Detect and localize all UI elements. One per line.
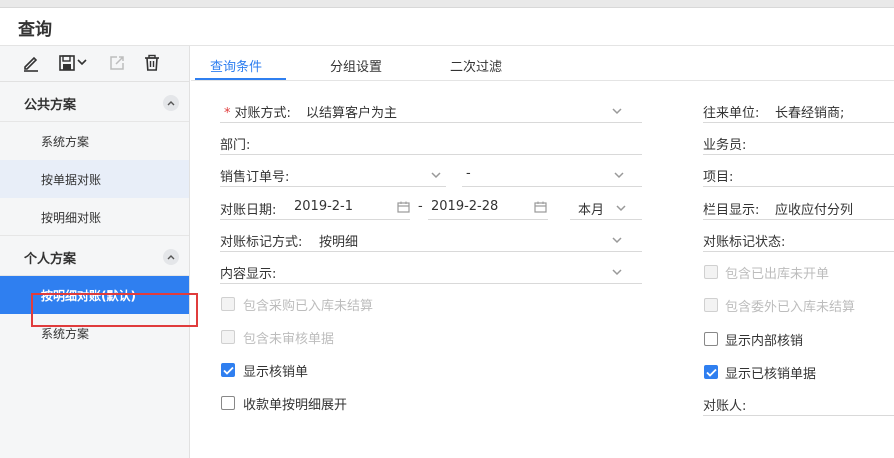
chevron-down-icon: [612, 269, 622, 276]
chevron-down-icon: [614, 172, 624, 179]
salesperson-label: 业务员:: [703, 138, 747, 153]
sidebar-item-label: 按明细对账: [41, 211, 102, 225]
recon-mark-mode-select[interactable]: 对账标记方式: 按明细: [220, 228, 642, 252]
show-writeoff-label: 显示核销单: [243, 365, 309, 380]
include-unapproved-label: 包含未审核单据: [243, 332, 335, 347]
dialog-title: 查询: [18, 20, 52, 40]
recon-date-end-field[interactable]: 2019-2-28: [428, 196, 548, 220]
project-label: 项目:: [703, 170, 734, 185]
public-schemes-header[interactable]: 公共方案: [0, 82, 189, 122]
scheme-toolbar: [0, 46, 189, 82]
window-top-strip: [0, 0, 894, 8]
calendar-icon[interactable]: [534, 201, 547, 213]
content-display-label: 内容显示:: [220, 267, 277, 282]
receipt-expand-detail-checkbox[interactable]: [221, 396, 235, 410]
recon-date-start-field[interactable]: 对账日期: 2019-2-1: [220, 196, 410, 220]
sidebar-item-by-detail[interactable]: 按明细对账: [0, 198, 189, 236]
sidebar-item-label: 系统方案: [41, 135, 90, 149]
chevron-down-icon: [612, 108, 622, 115]
sales-order-from-select[interactable]: 销售订单号:: [220, 163, 446, 187]
query-tabs: 查询条件 分组设置 二次过滤: [191, 46, 894, 81]
counterparty-value: 长春经销商;: [775, 106, 845, 121]
column-display-label: 栏目显示:: [703, 203, 760, 218]
export-icon[interactable]: [108, 54, 128, 74]
calendar-icon[interactable]: [397, 201, 410, 213]
delete-icon[interactable]: [143, 54, 163, 74]
recon-mark-mode-label: 对账标记方式:: [220, 235, 303, 250]
column-display-select[interactable]: 栏目显示: 应收应付分列: [703, 196, 894, 220]
tab-group-settings[interactable]: 分组设置: [330, 56, 382, 75]
include-outsourced-unsettled-label: 包含委外已入库未结算: [725, 300, 856, 315]
tab-query-conditions[interactable]: 查询条件: [210, 56, 262, 75]
recon-period-select[interactable]: 本月: [570, 196, 642, 220]
dropdown-chevron-icon[interactable]: [77, 58, 87, 78]
recon-mark-mode-value: 按明细: [319, 235, 359, 250]
include-purchase-unsettled-checkbox[interactable]: [221, 297, 235, 311]
checkmark-icon: [706, 368, 717, 377]
reconciler-field[interactable]: 对账人:: [703, 392, 894, 416]
scheme-sidebar: 公共方案 系统方案 按单据对账 按明细对账 个人方案 按明细对账(默认) 系统方…: [0, 46, 190, 458]
recon-mode-value: 以结算客户为主: [306, 106, 398, 121]
sidebar-item-system-scheme[interactable]: 系统方案: [0, 122, 189, 160]
recon-date-label: 对账日期:: [220, 203, 277, 218]
content-display-select[interactable]: 内容显示:: [220, 260, 642, 284]
personal-schemes-header[interactable]: 个人方案: [0, 236, 189, 276]
recon-mode-select[interactable]: * 对账方式: 以结算客户为主: [220, 99, 642, 123]
recon-period-value: 本月: [578, 203, 605, 218]
save-icon[interactable]: [58, 54, 78, 74]
show-writeoff-checkbox[interactable]: [221, 363, 235, 377]
include-outbound-uninvoiced-checkbox[interactable]: [704, 265, 718, 279]
salesperson-field[interactable]: 业务员:: [703, 131, 894, 155]
tab-secondary-filter[interactable]: 二次过滤: [450, 56, 502, 75]
department-label: 部门:: [220, 138, 251, 153]
show-written-off-docs-label: 显示已核销单据: [725, 367, 817, 382]
recon-mode-label: 对账方式:: [234, 106, 291, 121]
include-unapproved-checkbox[interactable]: [221, 330, 235, 344]
reconciler-label: 对账人:: [703, 399, 747, 414]
department-field[interactable]: 部门:: [220, 131, 642, 155]
sidebar-item-personal-system-scheme[interactable]: 系统方案: [0, 314, 189, 352]
collapse-chevron-up-icon[interactable]: [163, 249, 179, 265]
active-tab-indicator: [195, 78, 286, 80]
recon-date-end: 2019-2-28: [431, 199, 499, 214]
chevron-down-icon: [431, 172, 441, 179]
sales-order-label: 销售订单号:: [220, 170, 290, 185]
sidebar-item-label: 系统方案: [41, 327, 90, 341]
include-outbound-uninvoiced-label: 包含已出库未开单: [725, 267, 830, 282]
recon-date-separator: -: [418, 199, 423, 214]
show-internal-writeoff-checkbox[interactable]: [704, 332, 718, 346]
sidebar-item-by-detail-default[interactable]: 按明细对账(默认): [0, 276, 189, 314]
chevron-down-icon: [616, 205, 626, 212]
collapse-chevron-up-icon[interactable]: [163, 95, 179, 111]
personal-schemes-title: 个人方案: [24, 252, 77, 267]
sidebar-item-by-document[interactable]: 按单据对账: [0, 160, 189, 198]
counterparty-field[interactable]: 往来单位: 长春经销商;: [703, 99, 894, 123]
required-asterisk: *: [224, 106, 231, 121]
dialog-titlebar: 查询: [0, 8, 894, 46]
public-schemes-title: 公共方案: [24, 98, 77, 113]
include-outsourced-unsettled-checkbox[interactable]: [704, 298, 718, 312]
chevron-down-icon: [612, 237, 622, 244]
receipt-expand-detail-label: 收款单按明细展开: [243, 398, 348, 413]
recon-mark-status-label: 对账标记状态:: [703, 235, 786, 250]
include-purchase-unsettled-label: 包含采购已入库未结算: [243, 299, 374, 314]
column-display-value: 应收应付分列: [775, 203, 854, 218]
counterparty-label: 往来单位:: [703, 106, 760, 121]
checkmark-icon: [223, 366, 234, 375]
edit-icon[interactable]: [22, 54, 42, 74]
sales-order-to-select[interactable]: [462, 163, 642, 187]
recon-mark-status-select[interactable]: 对账标记状态:: [703, 228, 894, 252]
show-written-off-docs-checkbox[interactable]: [704, 365, 718, 379]
sidebar-item-label: 按单据对账: [41, 173, 102, 187]
recon-date-start: 2019-2-1: [294, 199, 354, 214]
show-internal-writeoff-label: 显示内部核销: [725, 334, 804, 349]
sidebar-item-label: 按明细对账(默认): [41, 289, 136, 303]
project-field[interactable]: 项目:: [703, 163, 894, 187]
